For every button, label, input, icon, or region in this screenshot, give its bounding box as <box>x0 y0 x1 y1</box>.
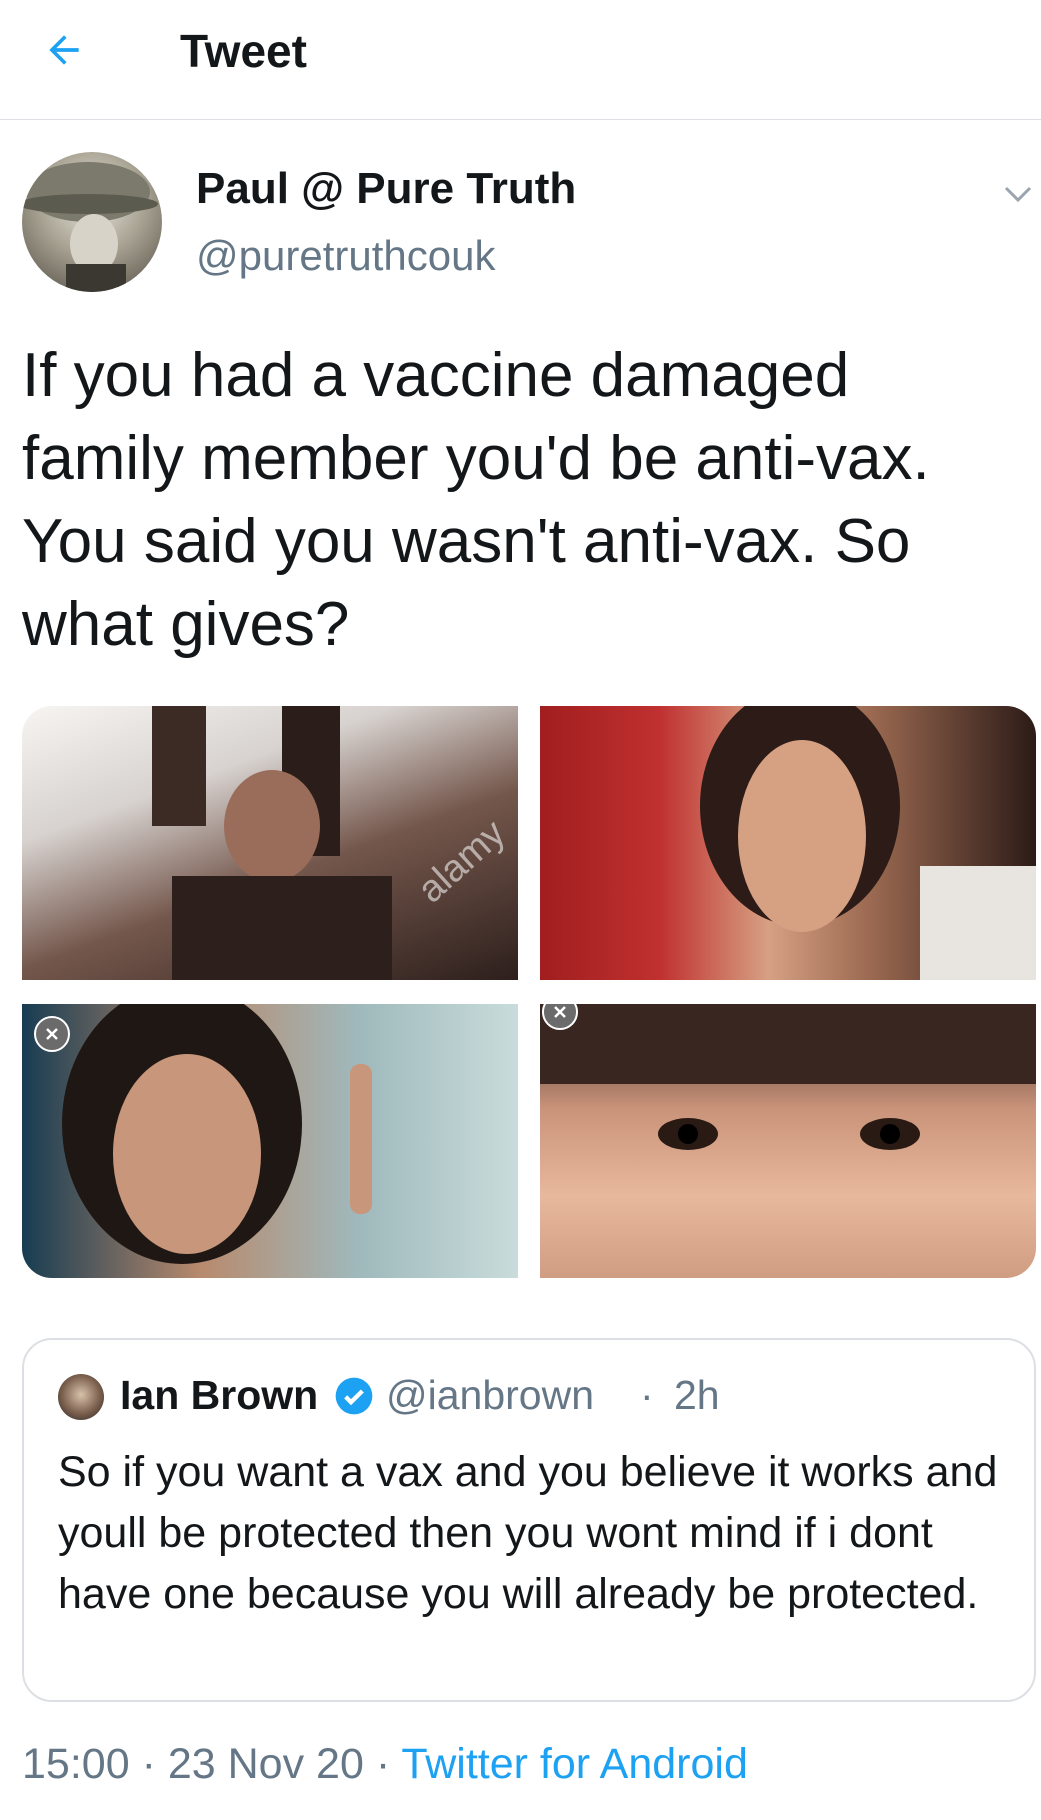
quoted-tweet-time: 2h <box>674 1372 720 1418</box>
back-button[interactable] <box>36 22 92 78</box>
quoted-tweet-card[interactable]: Ian Brown @ianbrown · 2h So if you want … <box>22 1338 1036 1702</box>
separator-dot: · <box>141 1740 156 1788</box>
quoted-author-avatar <box>58 1374 104 1420</box>
tweet-photo-1[interactable] <box>22 706 518 980</box>
avatar-image <box>22 162 158 292</box>
arrow-left-icon <box>49 35 79 65</box>
author-handle[interactable]: @puretruthcouk <box>196 232 495 280</box>
tweet-client-link[interactable]: Twitter for Android <box>401 1740 748 1788</box>
photo-eyes-shape <box>540 1004 1036 1150</box>
verified-badge-icon <box>335 1377 373 1415</box>
top-app-bar: Tweet <box>0 0 1041 120</box>
tweet-date: 23 Nov 20 <box>167 1740 364 1788</box>
photo-crowd-shape <box>152 706 392 980</box>
page-title: Tweet <box>180 25 307 77</box>
tweet-text: If you had a vaccine damaged family memb… <box>22 341 930 659</box>
tweet-photo-3[interactable] <box>22 1004 518 1278</box>
chevron-down-icon[interactable] <box>1000 176 1036 212</box>
quoted-tweet-text: So if you want a vax and you believe it … <box>58 1448 998 1618</box>
photo-portrait-shape <box>62 1004 372 1264</box>
tweet-photo-4[interactable] <box>540 1004 1036 1278</box>
tweet-photo-2[interactable] <box>540 706 1036 980</box>
author-display-name[interactable]: Paul @ Pure Truth <box>196 164 576 214</box>
quoted-author-name: Ian Brown <box>120 1372 319 1418</box>
tweet-time: 15:00 <box>22 1740 130 1788</box>
separator-dot: · <box>375 1740 391 1788</box>
author-avatar[interactable] <box>22 152 162 292</box>
photo-portrait-shape <box>700 706 1036 980</box>
quoted-author-handle: @ianbrown <box>386 1372 595 1418</box>
tweet-metadata: 15:00 · 23 Nov 20 · Twitter for Android <box>22 1740 748 1789</box>
close-icon[interactable] <box>34 1016 70 1052</box>
separator-dot: · <box>640 1372 654 1418</box>
